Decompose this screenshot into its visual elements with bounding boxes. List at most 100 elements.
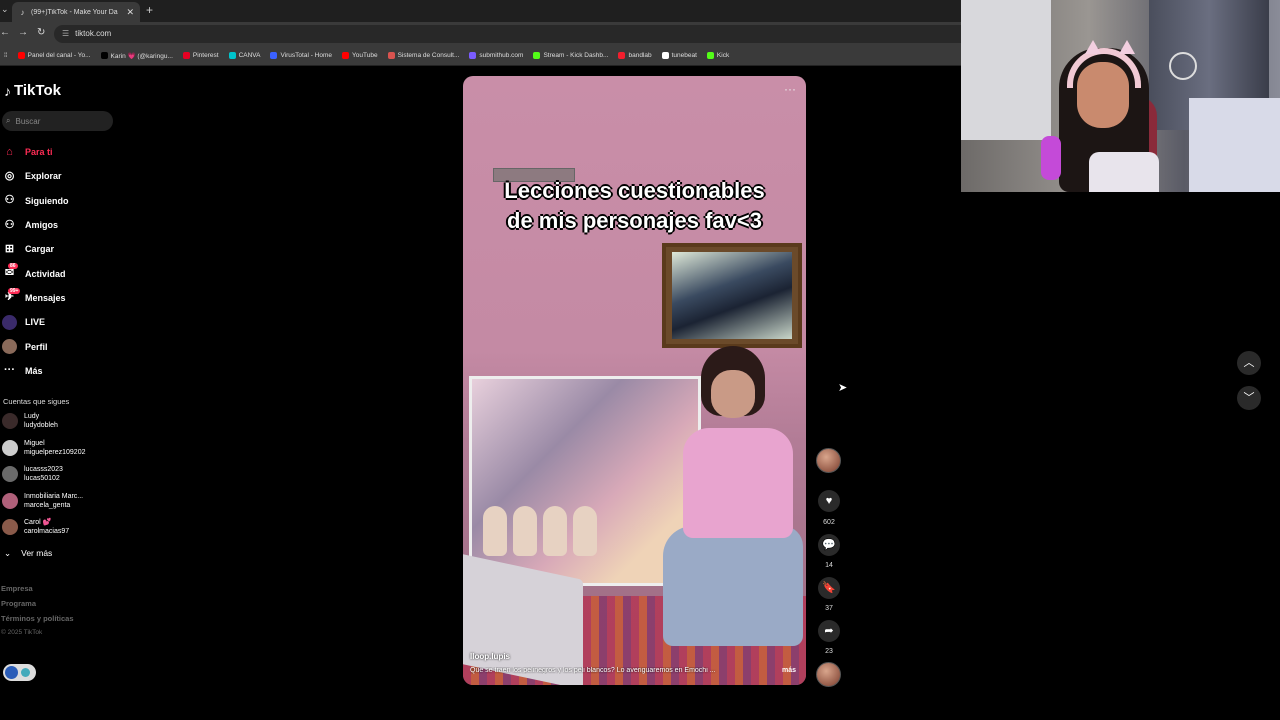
toggle-knob: [5, 666, 18, 679]
following-icon: ⚇: [4, 194, 15, 207]
bookmark-item[interactable]: Stream - Kick Dashb...: [533, 52, 608, 59]
account-text: Carol 💕 carolmacias97: [24, 518, 69, 536]
footer-link-company[interactable]: Empresa: [1, 584, 33, 593]
nav-label: Actividad: [25, 268, 66, 279]
back-icon[interactable]: ←: [0, 27, 10, 38]
mouse-cursor-icon: ➤: [838, 382, 848, 394]
bookmark-label: VirusTotal - Home: [280, 52, 333, 59]
nav-item-live[interactable]: LIVE: [2, 310, 69, 334]
bookmark-favicon-icon: [533, 52, 541, 59]
bookmark-item[interactable]: tunebeat: [661, 52, 697, 59]
site-info-icon[interactable]: ☰: [62, 29, 69, 38]
avatar: [2, 492, 18, 509]
tiktok-logo-icon: ♪: [4, 82, 11, 99]
sound-avatar[interactable]: [816, 662, 841, 687]
tiktok-favicon-icon: ♪: [20, 7, 25, 17]
cat-ear-right: [1119, 40, 1135, 54]
bookmark-item[interactable]: Panel del canal - Yo...: [17, 52, 91, 59]
following-account[interactable]: Carol 💕 carolmacias97: [2, 518, 69, 536]
new-tab-button[interactable]: +: [146, 3, 153, 17]
video-more-link[interactable]: más: [782, 667, 796, 674]
tab-close-icon[interactable]: ✕: [126, 7, 134, 18]
nav-item-para-ti[interactable]: ⌂ Para ti: [2, 140, 69, 164]
footer-link-terms[interactable]: Términos y políticas: [1, 614, 74, 623]
doll: [573, 506, 597, 556]
following-account[interactable]: Miguel miguelperez109202: [2, 439, 86, 457]
previous-video-button[interactable]: ︿: [1237, 351, 1261, 375]
video-caption: Lecciones cuestionables de mis personaje…: [463, 176, 806, 236]
live-icon: [2, 314, 17, 330]
next-video-button[interactable]: ﹀: [1237, 386, 1261, 410]
share-icon[interactable]: ➦: [818, 620, 840, 642]
apps-icon[interactable]: ⁞⁞: [4, 52, 8, 59]
bookmark-label: Kick: [716, 52, 730, 59]
bookmark-label: Sistema de Consult...: [397, 52, 460, 59]
nav-item-explorar[interactable]: ◎ Explorar: [2, 164, 69, 188]
nav-item-siguiendo[interactable]: ⚇ Siguiendo: [2, 189, 69, 213]
nav-label: Para ti: [25, 147, 53, 158]
app-toggle-button[interactable]: [3, 664, 36, 681]
account-name: Inmobiliaria Marc...: [24, 492, 84, 500]
account-text: Miguel miguelperez109202: [24, 439, 86, 457]
video-options-icon[interactable]: ···: [784, 82, 796, 96]
following-account[interactable]: Inmobiliaria Marc... marcela_genta: [2, 492, 83, 510]
comment-count: 14: [825, 562, 833, 569]
account-handle: marcela_genta: [24, 501, 71, 509]
microphone: [1041, 136, 1061, 180]
browser-tab[interactable]: ♪ (99+)TikTok - Make Your Da ✕: [12, 2, 140, 22]
url-text: tiktok.com: [75, 29, 112, 38]
creator-avatar[interactable]: [816, 448, 841, 473]
tiktok-logo[interactable]: ♪ TikTok: [4, 82, 61, 99]
bookmark-label: YouTube: [352, 52, 378, 59]
following-account[interactable]: Ludy ludydobleh: [2, 412, 58, 430]
bookmark-item[interactable]: YouTube: [342, 52, 378, 59]
nav-item-más[interactable]: ··· Más: [2, 359, 69, 383]
see-more-button[interactable]: ⌄ Ver más: [4, 548, 52, 559]
copyright: © 2025 TikTok: [1, 629, 43, 636]
see-more-label: Ver más: [21, 548, 53, 558]
nav-label: Siguiendo: [25, 195, 69, 206]
bookmark-item[interactable]: Kick: [706, 52, 730, 59]
avatar: [2, 466, 18, 482]
bookmark-label: CANVA: [238, 52, 261, 59]
like-count: 602: [823, 519, 835, 526]
nav-label: Explorar: [25, 171, 62, 182]
reload-icon[interactable]: ↻: [37, 27, 45, 38]
account-handle: carolmacias97: [24, 528, 70, 535]
video-username[interactable]: lloop.lupis: [470, 652, 510, 661]
bookmark-item[interactable]: Sistema de Consult...: [387, 52, 460, 59]
search-input[interactable]: ⌕ Buscar: [2, 111, 113, 131]
bookmark-favicon-icon: [661, 52, 669, 59]
bookmark-item[interactable]: submithub.com: [469, 52, 523, 59]
comment-icon[interactable]: 💬: [818, 534, 840, 556]
nav-item-actividad[interactable]: ✉ 86 Actividad: [2, 261, 69, 285]
video-player[interactable]: Lecciones cuestionables de mis personaje…: [463, 76, 806, 685]
nav-item-amigos[interactable]: ⚇ Amigos: [2, 213, 69, 237]
bookmark-item[interactable]: bandlab: [618, 52, 652, 59]
bookmark-item[interactable]: Pinterest: [182, 52, 219, 59]
bookmark-label: bandlab: [628, 52, 652, 59]
webcam-bed: [1189, 98, 1280, 192]
like-icon[interactable]: ♥: [818, 490, 840, 512]
following-account[interactable]: lucasss2023 lucas50102: [2, 465, 63, 483]
bookmark-item[interactable]: CANVA: [228, 52, 261, 59]
nav-item-cargar[interactable]: ⊞ Cargar: [2, 237, 69, 261]
home-icon: ⌂: [6, 145, 13, 158]
tab-list-icon[interactable]: ⌄: [1, 4, 9, 15]
account-text: Ludy ludydobleh: [24, 412, 58, 430]
search-icon: ⌕: [6, 116, 11, 125]
bookmark-favicon-icon: [17, 52, 25, 59]
bookmark-label: Panel del canal - Yo...: [27, 52, 91, 59]
dolls: [483, 496, 613, 556]
nav-item-mensajes[interactable]: ✈ 99+ Mensajes: [2, 286, 69, 310]
bookmark-item[interactable]: VirusTotal - Home: [270, 52, 332, 59]
video-person: [663, 346, 803, 646]
bookmark-favicon-icon: [270, 52, 278, 59]
bookmark-icon[interactable]: 🔖: [818, 577, 840, 599]
footer-link-program[interactable]: Programa: [1, 599, 36, 608]
bookmark-item[interactable]: Karin 💗 (@karingu...: [100, 52, 173, 60]
nav-item-perfil[interactable]: Perfil: [2, 334, 69, 358]
streamer-top: [1089, 152, 1159, 192]
url-field[interactable]: ☰ tiktok.com: [54, 25, 994, 43]
forward-icon[interactable]: →: [18, 27, 28, 38]
